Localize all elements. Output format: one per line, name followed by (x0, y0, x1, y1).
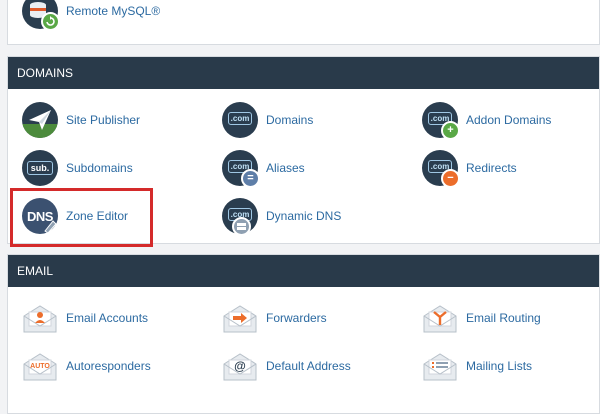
aliases-item[interactable]: .com = Aliases (221, 149, 305, 188)
dotcom-icon-text: .com (227, 111, 253, 125)
domains-panel: DOMAINS Site Publisher .com Domains .com… (7, 56, 600, 244)
paper-plane-icon (21, 101, 59, 139)
remote-mysql-label: Remote MySQL® (66, 4, 161, 18)
forwarders-label: Forwarders (266, 311, 327, 325)
dns-icon: DNS (21, 197, 59, 235)
pencil-icon (44, 220, 57, 234)
email-panel: EMAIL Email Accounts Forwarders Email Ro… (7, 254, 600, 414)
autoresponders-label: Autoresponders (66, 359, 151, 373)
domains-item[interactable]: .com Domains (221, 101, 313, 139)
dynamic-dns-label: Dynamic DNS (266, 209, 342, 223)
domains-label: Domains (266, 113, 314, 127)
refresh-badge-icon (41, 12, 60, 31)
server-badge-icon (232, 217, 251, 236)
envelope-at-icon: @ (221, 347, 259, 385)
minus-badge-icon: − (441, 169, 460, 188)
redirects-label: Redirects (466, 161, 517, 175)
auto-icon-text: AUTO (30, 363, 50, 370)
addon-domains-label: Addon Domains (466, 113, 552, 127)
email-routing-item[interactable]: Email Routing (421, 299, 541, 337)
remote-mysql-icon (21, 0, 60, 31)
subdomain-icon-text: sub. (26, 161, 54, 175)
envelope-arrow-icon (221, 299, 259, 337)
database-panel: Remote MySQL® (7, 0, 600, 45)
zone-editor-item[interactable]: DNS Zone Editor (21, 197, 128, 235)
plus-badge-icon: + (441, 121, 460, 140)
email-routing-label: Email Routing (466, 311, 541, 325)
email-section-header: EMAIL (8, 255, 599, 287)
dotcom-icon: .com (221, 101, 259, 139)
dynamic-dns-item[interactable]: .com Dynamic DNS (221, 197, 342, 236)
envelope-person-icon (21, 299, 59, 337)
remote-mysql-item[interactable]: Remote MySQL® (21, 0, 161, 31)
default-address-item[interactable]: @ Default Address (221, 347, 351, 385)
envelope-list-icon (421, 347, 459, 385)
addon-domains-item[interactable]: .com + Addon Domains (421, 101, 552, 140)
at-icon-text: @ (234, 359, 246, 373)
dotcom-alias-icon: .com = (221, 149, 260, 188)
equals-badge-icon: = (241, 169, 260, 188)
mailing-lists-item[interactable]: Mailing Lists (421, 347, 532, 385)
subdomains-item[interactable]: sub. Subdomains (21, 149, 133, 187)
default-address-label: Default Address (266, 359, 351, 373)
envelope-routing-icon (421, 299, 459, 337)
site-publisher-item[interactable]: Site Publisher (21, 101, 140, 139)
dotcom-dynamic-icon: .com (221, 197, 259, 236)
email-accounts-label: Email Accounts (66, 311, 149, 325)
forwarders-item[interactable]: Forwarders (221, 299, 327, 337)
redirects-item[interactable]: .com − Redirects (421, 149, 517, 188)
email-accounts-item[interactable]: Email Accounts (21, 299, 148, 337)
envelope-auto-icon: AUTO (21, 347, 59, 385)
dotcom-add-icon: .com + (421, 101, 460, 140)
domains-section-header: DOMAINS (8, 57, 599, 89)
zone-editor-label: Zone Editor (66, 209, 129, 223)
autoresponders-item[interactable]: AUTO Autoresponders (21, 347, 151, 385)
site-publisher-label: Site Publisher (66, 113, 141, 127)
aliases-label: Aliases (266, 161, 305, 175)
subdomain-icon: sub. (21, 149, 59, 187)
subdomains-label: Subdomains (66, 161, 133, 175)
dotcom-redirect-icon: .com − (421, 149, 460, 188)
mailing-lists-label: Mailing Lists (466, 359, 533, 373)
